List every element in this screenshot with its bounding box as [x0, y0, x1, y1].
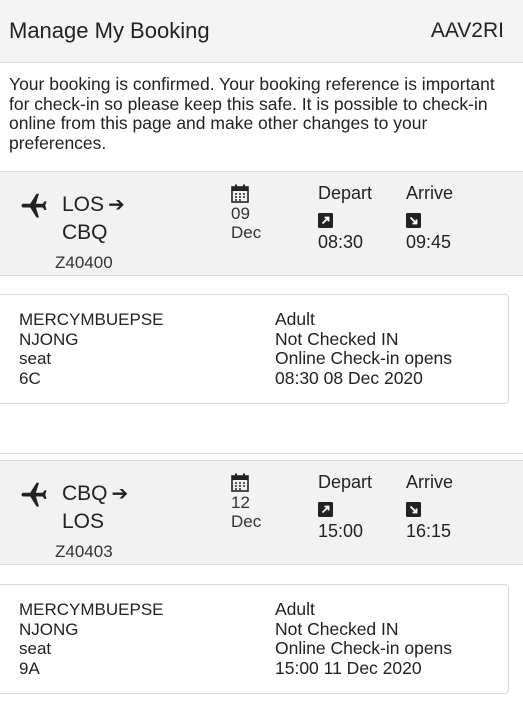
passenger-last-name: NJONG	[19, 619, 79, 639]
arrow-down-right-icon	[406, 502, 421, 517]
flight-number: Z40403	[55, 542, 113, 561]
passenger-status: Adult Not Checked IN Online Check-in ope…	[275, 599, 453, 678]
booking-reference: AAV2RI	[430, 19, 504, 42]
arrive-label: Arrive	[406, 472, 454, 492]
checkin-opens-label: Online Check-in opens	[275, 348, 453, 368]
checkin-opens-label: Online Check-in opens	[275, 638, 453, 658]
airplane-icon	[21, 482, 47, 507]
passenger-card[interactable]: MERCYMBUEPSE NJONG seat 9A Adult Not Che…	[0, 584, 509, 694]
flight-month: Dec	[231, 512, 262, 531]
arrow-up-right-icon	[318, 502, 333, 517]
depart-time: 15:00	[318, 521, 364, 541]
checkin-status: Not Checked IN	[275, 618, 399, 639]
seat-label: seat	[19, 349, 52, 368]
passenger-last-name: NJONG	[19, 329, 79, 349]
arrive-column: Arrive 16:15	[406, 473, 453, 541]
passenger-status: Adult Not Checked IN Online Check-in ope…	[275, 309, 453, 388]
arrive-label: Arrive	[406, 183, 454, 203]
depart-label: Depart	[318, 472, 373, 492]
booking-header: Manage My Booking AAV2RI	[0, 0, 523, 63]
calendar-icon	[231, 473, 249, 492]
flight-date: 09 Dec	[231, 184, 261, 242]
arrive-column: Arrive 09:45	[406, 184, 453, 252]
passenger-details: MERCYMBUEPSE NJONG seat 9A	[19, 600, 164, 678]
depart-label: Depart	[318, 183, 373, 203]
passenger-type: Adult	[275, 599, 315, 619]
seat-label: seat	[19, 639, 52, 658]
passenger-first-name: MERCYMBUEPSE	[19, 310, 164, 329]
section-divider	[0, 453, 523, 454]
arrive-time: 09:45	[406, 232, 452, 252]
depart-column: Depart 15:00	[318, 473, 372, 541]
arrow-right-icon: ➔	[108, 194, 125, 216]
arrow-down-right-icon	[406, 213, 421, 228]
flight-route: CBQ ➔ LOS	[62, 480, 128, 536]
airplane-icon	[21, 193, 47, 218]
depart-column: Depart 08:30	[318, 184, 372, 252]
arrow-up-right-icon	[318, 213, 333, 228]
flight-month: Dec	[231, 223, 262, 242]
arrow-right-icon: ➔	[111, 483, 129, 505]
destination-code: CBQ	[62, 221, 108, 244]
seat-number: 9A	[19, 658, 40, 678]
flight-summary[interactable]: CBQ➔ LOS Z40403 12 Dec Depart 15:00 Arr	[0, 460, 523, 565]
booking-confirmation-text: Your booking is confirmed. Your booking …	[9, 74, 495, 153]
flight-number: Z40400	[55, 253, 113, 272]
depart-time: 08:30	[318, 232, 364, 252]
flight-day: 09	[231, 204, 250, 223]
passenger-type: Adult	[275, 309, 315, 329]
flight-day: 12	[231, 493, 250, 512]
passenger-details: MERCYMBUEPSE NJONG seat 6C	[19, 310, 164, 388]
seat-number: 6C	[19, 368, 41, 388]
passenger-card[interactable]: MERCYMBUEPSE NJONG seat 6C Adult Not Che…	[0, 294, 509, 404]
origin-code: LOS	[62, 193, 105, 216]
destination-code: LOS	[62, 510, 105, 533]
page-title: Manage My Booking	[9, 18, 210, 43]
flight-date: 12 Dec	[231, 473, 261, 531]
flight-section-1: LOS➔ CBQ Z40400 09 Dec Depart 08:30 Arr	[0, 171, 523, 460]
flight-route: LOS ➔ CBQ	[62, 191, 125, 247]
passenger-first-name: MERCYMBUEPSE	[19, 600, 164, 619]
flight-summary[interactable]: LOS➔ CBQ Z40400 09 Dec Depart 08:30 Arr	[0, 171, 523, 276]
arrive-time: 16:15	[406, 521, 452, 541]
origin-code: CBQ	[62, 482, 108, 505]
flight-section-2: CBQ➔ LOS Z40403 12 Dec Depart 15:00 Arr	[0, 460, 523, 716]
calendar-icon	[231, 184, 249, 203]
checkin-opens-time: 15:00 11 Dec 2020	[275, 657, 422, 678]
checkin-status: Not Checked IN	[275, 328, 399, 349]
checkin-opens-time: 08:30 08 Dec 2020	[275, 367, 423, 388]
